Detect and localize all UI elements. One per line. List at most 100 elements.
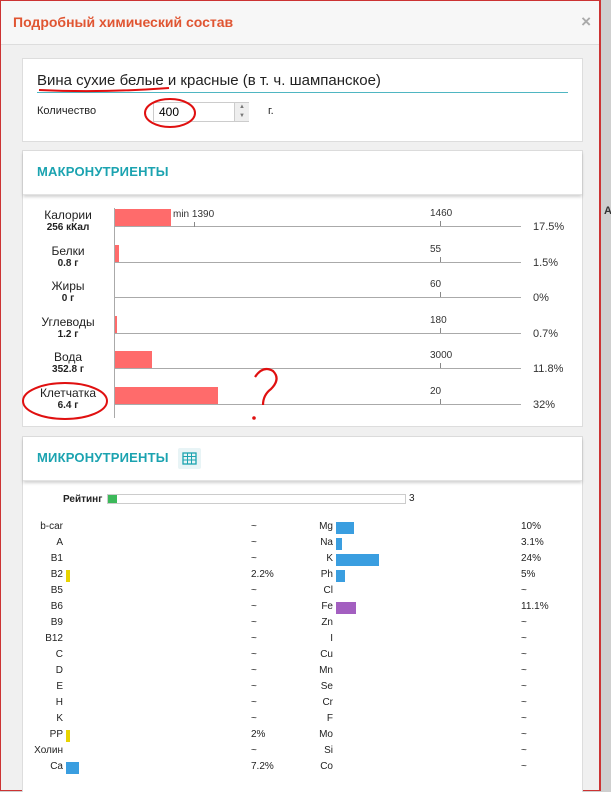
minerals-item: Cu ~	[295, 649, 581, 665]
vitamins-item: C ~	[25, 649, 311, 665]
vitamins-item: B6 ~	[25, 601, 311, 617]
minerals-percent: ~	[521, 633, 527, 644]
macronutrients-card: МАКРОНУТРИЕНТЫ Калории 256 кКал 1460 17.5% Б…	[22, 150, 583, 427]
macro-target-tick	[440, 292, 441, 297]
minerals-item: Zn ~	[295, 617, 581, 633]
product-underline	[37, 92, 568, 93]
minerals-item: Ph 5%	[295, 569, 581, 585]
vitamins-percent: ~	[251, 713, 257, 724]
stepper-up-icon[interactable]: ▲	[235, 103, 249, 112]
minerals-item: Si ~	[295, 745, 581, 761]
vitamins-percent: ~	[251, 665, 257, 676]
min-calorie-tick	[194, 222, 195, 227]
minerals-item: F ~	[295, 713, 581, 729]
minerals-name: Na	[320, 537, 333, 548]
macro-percent: 32%	[533, 398, 556, 411]
rating-label: Рейтинг	[63, 494, 103, 505]
macro-row: Жиры 0 г 60 0%	[23, 279, 583, 313]
minerals-percent: 24%	[521, 553, 542, 564]
vitamins-item: Холин ~	[25, 745, 311, 761]
minerals-percent: 11.1%	[521, 601, 549, 612]
macro-row: Клетчатка 6.4 г 20 32%	[23, 386, 583, 420]
minerals-bar	[336, 570, 345, 582]
quantity-stepper[interactable]: ▲ ▼	[234, 103, 249, 121]
macro-target: 1460	[430, 208, 453, 219]
macro-amount: 0 г	[61, 293, 75, 304]
vitamins-item: D ~	[25, 665, 311, 681]
minerals-percent: ~	[521, 729, 527, 740]
vitamins-item: E ~	[25, 681, 311, 697]
vitamins-name: PP	[49, 729, 63, 740]
quantity-unit: г.	[268, 105, 274, 117]
vitamins-name: B2	[50, 569, 63, 580]
vitamins-item: B9 ~	[25, 617, 311, 633]
macro-amount: 6.4 г	[57, 399, 79, 411]
macro-target-tick	[440, 256, 441, 262]
vitamins-name: B9	[50, 617, 63, 628]
macro-baseline	[114, 332, 521, 334]
close-icon[interactable]: ×	[581, 12, 591, 32]
vitamins-name: E	[56, 681, 63, 692]
vitamins-item: B1 ~	[25, 553, 311, 569]
macro-target: 180	[430, 314, 447, 326]
product-card: Вина сухие белые и красные (в т. ч. шамп…	[22, 58, 583, 142]
stepper-down-icon[interactable]: ▼	[235, 112, 249, 121]
macro-target: 20	[430, 385, 442, 397]
vitamins-item: Ca 7.2%	[25, 761, 311, 777]
vitamins-percent: ~	[251, 601, 257, 612]
minerals-name: Mo	[319, 729, 333, 740]
vitamins-percent: ~	[251, 617, 257, 628]
minerals-item: Cl ~	[295, 585, 581, 601]
macro-row: Калории 256 кКал 1460 17.5%	[23, 208, 583, 242]
macro-row: Белки 0.8 г 55 1.5%	[23, 244, 583, 278]
macro-amount: 1.2 г	[57, 328, 79, 340]
minerals-percent: ~	[521, 713, 527, 724]
macro-name: Калории	[44, 208, 92, 222]
vitamins-bar	[66, 570, 70, 582]
macronutrients-header: МАКРОНУТРИЕНТЫ	[23, 151, 582, 195]
vitamins-name: D	[55, 665, 63, 676]
macro-name: Белки	[51, 243, 85, 258]
minerals-name: F	[326, 713, 333, 724]
minerals-name: Mg	[319, 521, 333, 532]
vitamins-name: Ca	[50, 761, 63, 772]
minerals-item: Na 3.1%	[295, 537, 581, 553]
minerals-name: Se	[320, 681, 333, 692]
modal-header: Подробный химический состав ×	[1, 1, 599, 45]
vitamins-percent: ~	[251, 633, 257, 644]
vitamins-percent: 2%	[251, 729, 266, 740]
vitamins-item: B5 ~	[25, 585, 311, 601]
macro-name: Жиры	[51, 279, 85, 293]
vitamins-name: B5	[50, 585, 63, 596]
vitamins-percent: ~	[251, 553, 257, 564]
macro-percent: 0.7%	[533, 327, 559, 340]
macro-bar	[114, 209, 171, 226]
vitamins-item: b-car ~	[25, 521, 311, 537]
minerals-percent: ~	[521, 585, 527, 596]
micronutrients-header: МИКРОНУТРИЕНТЫ	[23, 437, 582, 481]
minerals-percent: ~	[521, 761, 527, 772]
macro-baseline	[114, 403, 521, 405]
macronutrients-chart: Калории 256 кКал 1460 17.5% Белки 0.8 г 55 1.5%…	[23, 208, 584, 418]
minerals-percent: ~	[521, 745, 527, 756]
vitamins-item: K ~	[25, 713, 311, 729]
rating-bar	[107, 494, 406, 504]
minerals-bar	[336, 522, 354, 534]
minerals-name: Cl	[323, 585, 333, 596]
macro-amount: 0.8 г	[57, 257, 79, 269]
macro-target-tick	[440, 363, 441, 368]
minerals-name: Si	[324, 745, 333, 756]
minerals-percent: ~	[521, 665, 527, 676]
micronutrients-title: МИКРОНУТРИЕНТЫ	[37, 450, 169, 465]
vitamins-name: H	[55, 697, 63, 708]
vitamins-item: PP 2%	[25, 729, 311, 745]
minerals-item: Se ~	[295, 681, 581, 697]
macro-axis	[114, 208, 115, 418]
minerals-percent: ~	[521, 649, 527, 660]
rating-value: 3	[409, 493, 415, 504]
minerals-name: Fe	[321, 601, 333, 612]
minerals-name: K	[326, 553, 333, 564]
product-name: Вина сухие белые и красные (в т. ч. шамп…	[37, 72, 381, 89]
table-view-icon[interactable]	[178, 448, 201, 469]
vitamins-percent: ~	[251, 649, 257, 660]
